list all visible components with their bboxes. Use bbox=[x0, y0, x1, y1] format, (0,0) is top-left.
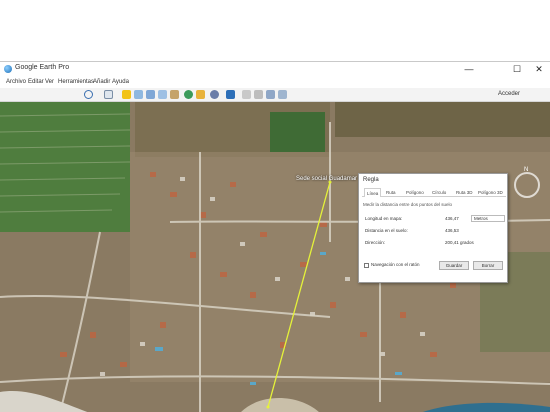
minimize-button[interactable]: — bbox=[458, 62, 480, 77]
heading-value: 200,41 grados bbox=[445, 240, 474, 245]
heading-label: Dirección: bbox=[365, 240, 386, 245]
path-icon[interactable] bbox=[146, 90, 155, 99]
overlay-icon[interactable] bbox=[158, 90, 167, 99]
map-length-label: Longitud en mapa: bbox=[365, 216, 403, 221]
farm-field bbox=[0, 102, 130, 232]
maximize-button[interactable]: ☐ bbox=[506, 62, 528, 77]
planets-icon[interactable] bbox=[210, 90, 219, 99]
menu-editar[interactable]: Editar bbox=[28, 79, 44, 85]
sign-in-button[interactable]: Acceder bbox=[498, 91, 520, 97]
menu-ver[interactable]: Ver bbox=[45, 79, 54, 85]
mouse-navigation-checkbox[interactable] bbox=[364, 263, 369, 268]
save-button[interactable]: Guardar bbox=[439, 261, 469, 270]
tab-linea[interactable]: Línea bbox=[364, 188, 382, 197]
navigation-compass[interactable] bbox=[514, 172, 540, 198]
map-length-row: Longitud en mapa: 436,47 Metros bbox=[363, 214, 505, 223]
ruler-description: Medir la distancia entre dos puntos del … bbox=[363, 202, 453, 207]
ground-length-label: Distancia en el suelo: bbox=[365, 228, 408, 233]
ruler-tabs: Línea Ruta Polígono Círculo Ruta 3D Polí… bbox=[362, 188, 506, 197]
google-earth-icon bbox=[4, 65, 12, 73]
map-view[interactable]: Sede social Guadamar N Regla Línea Ruta … bbox=[0, 102, 550, 412]
ruler-end-point[interactable] bbox=[266, 405, 270, 409]
title-bar: Google Earth Pro — ☐ ✕ bbox=[0, 62, 550, 77]
hide-sidebar-icon[interactable] bbox=[104, 90, 113, 99]
scrubland bbox=[335, 102, 550, 137]
ruler-icon[interactable] bbox=[226, 90, 235, 99]
history-icon[interactable] bbox=[184, 90, 193, 99]
beach bbox=[0, 391, 88, 412]
tab-circulo[interactable]: Círculo bbox=[430, 188, 448, 197]
toolbar: Acceder bbox=[0, 88, 550, 102]
map-length-value: 436,47 bbox=[445, 216, 459, 221]
tab-ruta-3d[interactable]: Ruta 3D bbox=[454, 188, 475, 197]
tour-icon[interactable] bbox=[170, 90, 179, 99]
menu-bar: Archivo Editar Ver Herramientas Añadir A… bbox=[0, 77, 550, 88]
menu-herramientas[interactable]: Herramientas bbox=[58, 79, 94, 85]
menu-archivo[interactable]: Archivo bbox=[6, 79, 26, 85]
maps-icon[interactable] bbox=[278, 90, 287, 99]
sun-icon[interactable] bbox=[196, 90, 205, 99]
orchard bbox=[270, 112, 325, 152]
tab-poligono[interactable]: Polígono bbox=[404, 188, 426, 197]
tab-ruta[interactable]: Ruta bbox=[384, 188, 398, 197]
ground-length-value: 436,53 bbox=[445, 228, 459, 233]
print-icon[interactable] bbox=[254, 90, 263, 99]
placemark-icon[interactable] bbox=[122, 90, 131, 99]
save-image-icon[interactable] bbox=[266, 90, 275, 99]
desktop-background bbox=[0, 0, 550, 61]
email-icon[interactable] bbox=[242, 90, 251, 99]
placemark-label[interactable]: Sede social Guadamar bbox=[296, 176, 357, 182]
clear-button[interactable]: Borrar bbox=[473, 261, 503, 270]
menu-ayuda[interactable]: Ayuda bbox=[112, 79, 129, 85]
search-icon[interactable] bbox=[84, 90, 93, 99]
dialog-title: Regla bbox=[363, 177, 379, 183]
compass-north: N bbox=[524, 167, 529, 173]
rocky-coast bbox=[241, 398, 319, 412]
tab-poligono-3d[interactable]: Polígono 3D bbox=[476, 188, 505, 197]
mouse-navigation-label: Navegación con el ratón bbox=[371, 262, 420, 267]
heading-row: Dirección: 200,41 grados bbox=[363, 238, 505, 247]
ruler-dialog: Regla Línea Ruta Polígono Círculo Ruta 3… bbox=[358, 173, 508, 283]
sea bbox=[423, 402, 550, 412]
polygon-icon[interactable] bbox=[134, 90, 143, 99]
unit-select[interactable]: Metros bbox=[471, 215, 505, 222]
menu-anadir[interactable]: Añadir bbox=[93, 79, 110, 85]
window-title: Google Earth Pro bbox=[15, 64, 70, 71]
app-window: Google Earth Pro — ☐ ✕ Archivo Editar Ve… bbox=[0, 61, 550, 412]
close-button[interactable]: ✕ bbox=[528, 62, 550, 77]
ground-length-row: Distancia en el suelo: 436,53 bbox=[363, 226, 505, 235]
